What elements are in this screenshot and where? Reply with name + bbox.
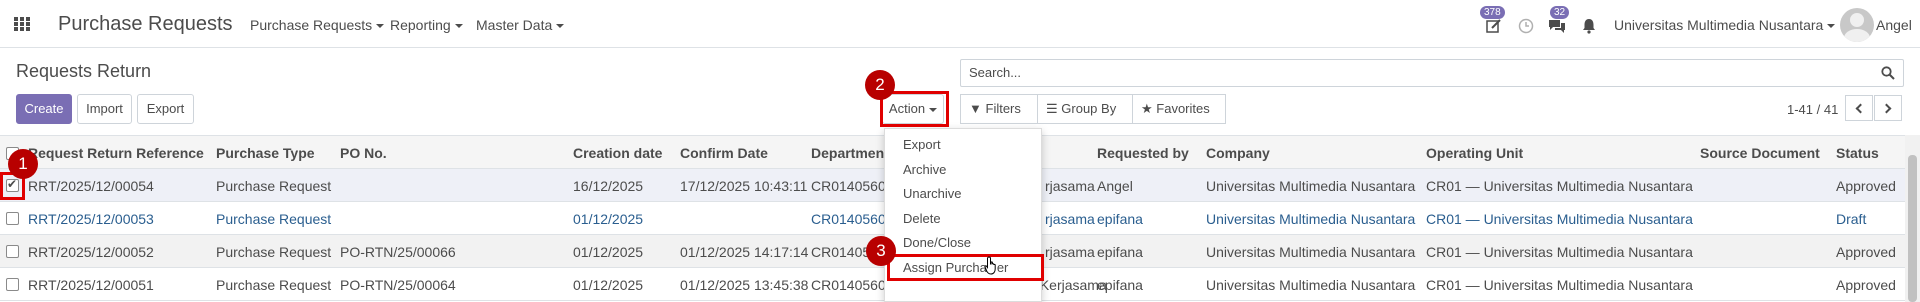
hand-cursor-icon: [984, 256, 996, 275]
column-header[interactable]: Creation date: [573, 145, 662, 161]
menu-purchase-requests[interactable]: Purchase Requests: [250, 17, 385, 33]
cell-purchase-type: Purchase Request: [216, 178, 332, 194]
row-checkbox[interactable]: [6, 212, 19, 225]
search-box: [960, 59, 1904, 87]
column-header[interactable]: Confirm Date: [680, 145, 768, 161]
pager-previous-button[interactable]: [1845, 95, 1873, 121]
app-title: Purchase Requests: [58, 13, 233, 35]
messages-icon[interactable]: [1548, 18, 1566, 34]
cell-department-tail: rjasama: [1045, 244, 1095, 260]
breadcrumb: Requests Return: [16, 61, 152, 81]
top-navbar: Purchase Requests Purchase Requests Repo…: [0, 0, 1920, 48]
cell-requested-by: epifana: [1097, 244, 1143, 260]
cell-requested-by: Angel: [1097, 178, 1133, 194]
star-icon: ★: [1141, 101, 1153, 116]
cell-company: Universitas Multimedia Nusantara: [1206, 277, 1416, 293]
menu-item-unarchive[interactable]: Unarchive: [903, 186, 962, 201]
cell-confirm-date: 17/12/2025 10:43:11: [680, 178, 808, 194]
cell-purchase-type: Purchase Request: [216, 277, 332, 293]
cell-po-no: PO-RTN/25/00064: [340, 277, 456, 293]
list-icon: ☰: [1046, 101, 1058, 116]
search-icon[interactable]: [1881, 66, 1895, 80]
cell-reference: RRT/2025/12/00052: [28, 244, 154, 260]
group-by-button[interactable]: ☰ Group By: [1037, 94, 1133, 140]
menu-item-delete[interactable]: Delete: [903, 211, 941, 226]
bell-icon[interactable]: [1582, 18, 1596, 34]
cell-confirm-date: 01/12/2025 13:45:38: [680, 277, 809, 293]
pager-value[interactable]: 1-41 / 41: [1787, 102, 1838, 117]
cell-operating-unit: CR01 — Universitas Multimedia Nusantara: [1426, 211, 1693, 227]
column-header[interactable]: Source Document: [1700, 145, 1820, 161]
filters-button[interactable]: ▼ Filters: [960, 94, 1038, 140]
cell-status: Approved: [1836, 277, 1896, 293]
menu-reporting[interactable]: Reporting: [390, 17, 463, 33]
menu-item-archive[interactable]: Archive: [903, 162, 946, 177]
column-header[interactable]: Operating Unit: [1426, 145, 1523, 161]
search-input[interactable]: [969, 65, 1869, 80]
chevron-left-icon: [1855, 103, 1866, 114]
menu-master-data[interactable]: Master Data: [476, 17, 565, 33]
cell-company: Universitas Multimedia Nusantara: [1206, 244, 1416, 260]
menu-item-export[interactable]: Export: [903, 137, 941, 152]
step-marker-2: 2: [865, 70, 895, 100]
avatar[interactable]: [1840, 8, 1874, 42]
pager-next-button[interactable]: [1874, 95, 1902, 121]
cell-company: Universitas Multimedia Nusantara: [1206, 211, 1416, 227]
column-header[interactable]: Requested by: [1097, 145, 1189, 161]
cell-department-tail: rjasama: [1045, 178, 1095, 194]
step-marker-1: 1: [8, 149, 38, 179]
cell-requested-by: epifana: [1097, 277, 1143, 293]
column-header[interactable]: Purchase Type: [216, 145, 315, 161]
menu-item-done-close[interactable]: Done/Close: [903, 235, 971, 250]
highlight-assign-purchaser: [887, 254, 1044, 281]
create-button[interactable]: Create: [16, 94, 72, 124]
column-header[interactable]: Status: [1836, 145, 1879, 161]
cell-creation-date: 01/12/2025: [573, 244, 644, 260]
cell-department-tail: rjasama: [1045, 211, 1095, 227]
cell-status: Approved: [1836, 244, 1896, 260]
cell-reference: RRT/2025/12/00053: [28, 211, 154, 227]
clock-icon[interactable]: [1518, 18, 1534, 34]
cell-department: CR01405: [811, 244, 871, 260]
chevron-right-icon: [1881, 103, 1892, 114]
cell-creation-date: 16/12/2025: [573, 178, 644, 194]
highlight-action-button: [880, 91, 949, 127]
apps-grid-icon[interactable]: [14, 17, 30, 31]
favorites-button[interactable]: ★ Favorites: [1132, 94, 1226, 140]
cell-creation-date: 01/12/2025: [573, 211, 644, 227]
cell-po-no: PO-RTN/25/00066: [340, 244, 456, 260]
cell-status: Approved: [1836, 178, 1896, 194]
cell-requested-by: epifana: [1097, 211, 1143, 227]
cell-department: CR01405600: [811, 178, 894, 194]
import-button[interactable]: Import: [77, 94, 132, 124]
cell-status: Draft: [1836, 211, 1867, 227]
cell-operating-unit: CR01 — Universitas Multimedia Nusantara: [1426, 244, 1693, 260]
user-name[interactable]: Angel: [1876, 17, 1912, 33]
step-marker-3: 3: [866, 236, 896, 266]
column-header[interactable]: Request Return Reference: [28, 145, 204, 161]
cell-operating-unit: CR01 — Universitas Multimedia Nusantara: [1426, 178, 1693, 194]
cell-creation-date: 01/12/2025: [573, 277, 644, 293]
cell-purchase-type: Purchase Request: [216, 244, 332, 260]
column-header[interactable]: Company: [1206, 145, 1270, 161]
company-switcher[interactable]: Universitas Multimedia Nusantara: [1614, 17, 1836, 33]
column-header[interactable]: PO No.: [340, 145, 387, 161]
column-header[interactable]: Department: [811, 145, 889, 161]
table-scrollbar[interactable]: [1905, 135, 1920, 302]
cell-reference: RRT/2025/12/00054: [28, 178, 154, 194]
cell-department: CR01405600: [811, 211, 894, 227]
activity-edit-icon[interactable]: [1486, 18, 1502, 34]
messages-badge: 32: [1550, 6, 1570, 19]
row-checkbox[interactable]: [6, 278, 19, 291]
row-checkbox[interactable]: [6, 245, 19, 258]
cell-company: Universitas Multimedia Nusantara: [1206, 178, 1416, 194]
cell-purchase-type: Purchase Request: [216, 211, 332, 227]
filter-icon: ▼: [969, 101, 982, 116]
cell-operating-unit: CR01 — Universitas Multimedia Nusantara: [1426, 277, 1693, 293]
export-button[interactable]: Export: [137, 94, 194, 124]
scrollbar-thumb[interactable]: [1908, 155, 1917, 302]
activity-badge: 378: [1480, 6, 1505, 19]
cell-reference: RRT/2025/12/00051: [28, 277, 154, 293]
cell-confirm-date: 01/12/2025 14:17:14: [680, 244, 809, 260]
